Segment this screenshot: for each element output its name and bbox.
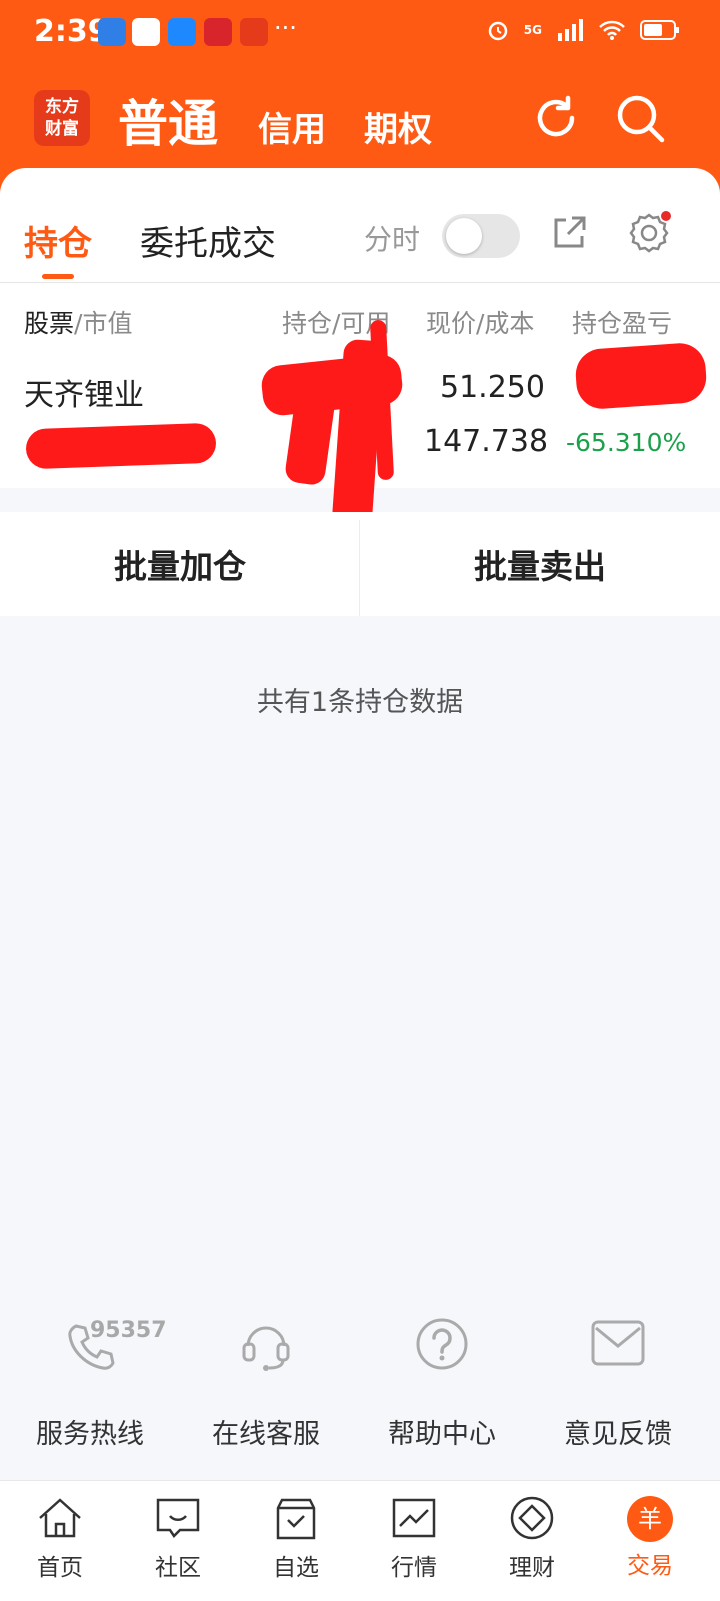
- share-icon[interactable]: [550, 214, 588, 252]
- wealth-diamond-icon: [510, 1496, 554, 1540]
- col-header-price: 现价/成本: [426, 309, 535, 338]
- batch-sell-button[interactable]: 批量卖出: [360, 540, 720, 588]
- network-label: 5G: [523, 23, 542, 37]
- nav-item-market[interactable]: 行情: [354, 1496, 474, 1582]
- cost-price: 147.738: [424, 424, 549, 459]
- account-tab-options[interactable]: 期权: [364, 102, 432, 151]
- nav-label-home: 首页: [37, 1555, 83, 1581]
- pnl-percent: -65.310%: [566, 428, 687, 457]
- nav-label-wealth: 理财: [509, 1555, 555, 1581]
- home-icon: [39, 1498, 81, 1538]
- positions-count: 共有1条持仓数据: [256, 687, 464, 718]
- stock-name: 天齐锂业: [24, 378, 144, 413]
- logo-text-2: 财富: [45, 119, 79, 139]
- trade-icon: 羊: [627, 1496, 673, 1542]
- col-header-pnl: 持仓盈亏: [572, 309, 673, 338]
- account-tab-normal[interactable]: 普通: [118, 84, 218, 156]
- current-price: 51.250: [440, 370, 545, 405]
- cloud-app-icon: [132, 18, 160, 46]
- service-online-support[interactable]: 在线客服: [176, 1412, 356, 1451]
- help-icon[interactable]: [414, 1316, 470, 1372]
- nav-label-trade: 交易: [627, 1553, 673, 1579]
- red-app-icon: [204, 18, 232, 46]
- fenshi-label: 分时: [364, 223, 421, 256]
- batch-add-button[interactable]: 批量加仓: [0, 540, 360, 588]
- shield-app-icon: [98, 18, 126, 46]
- toggle-knob: [446, 218, 482, 254]
- eastmoney-logo[interactable]: 东方 财富: [34, 90, 90, 146]
- tab-active-indicator: [42, 274, 74, 279]
- redaction-mark: [574, 341, 708, 411]
- wifi-icon: [599, 20, 625, 40]
- signal-icon: [558, 19, 583, 41]
- nav-item-watchlist[interactable]: 自选: [236, 1496, 356, 1582]
- settings-gear-icon[interactable]: [626, 210, 672, 256]
- mail-feedback-icon[interactable]: [590, 1318, 646, 1370]
- col-header-stock: 股票/市值: [24, 304, 132, 340]
- search-icon[interactable]: [612, 90, 668, 146]
- status-more: ···: [274, 14, 297, 42]
- tab-positions[interactable]: 持仓: [24, 216, 92, 265]
- status-indicators: 5G: [486, 18, 680, 42]
- nav-item-trade[interactable]: 羊 交易: [590, 1496, 710, 1580]
- watchlist-icon: [276, 1498, 316, 1540]
- col-header-stock-label: 股票: [24, 309, 75, 338]
- service-feedback[interactable]: 意见反馈: [528, 1412, 708, 1451]
- nav-label-community: 社区: [155, 1555, 201, 1581]
- alarm-icon: [488, 21, 508, 41]
- tab-divider: [0, 282, 720, 283]
- account-tab-credit[interactable]: 信用: [258, 102, 326, 151]
- nav-label-watchlist: 自选: [273, 1555, 319, 1581]
- col-header-market-value: /市值: [74, 309, 133, 338]
- battery-icon: [640, 20, 679, 40]
- phone-icon[interactable]: [62, 1320, 118, 1376]
- nav-label-market: 行情: [391, 1555, 437, 1581]
- refresh-icon[interactable]: [528, 90, 584, 146]
- market-chart-icon: [392, 1498, 436, 1538]
- nav-item-community[interactable]: 社区: [118, 1496, 238, 1582]
- security-app-icon: [168, 18, 196, 46]
- redaction-mark: [25, 422, 217, 470]
- chat-icon: [156, 1498, 200, 1538]
- tab-orders[interactable]: 委托成交: [140, 216, 276, 265]
- service-hotline[interactable]: 服务热线: [0, 1412, 180, 1451]
- service-help-center[interactable]: 帮助中心: [352, 1412, 532, 1451]
- headset-icon[interactable]: [238, 1316, 294, 1372]
- nav-item-wealth[interactable]: 理财: [472, 1496, 592, 1582]
- news-app-icon: [240, 18, 268, 46]
- nav-item-home[interactable]: 首页: [0, 1496, 120, 1582]
- logo-text-1: 东方: [45, 97, 79, 117]
